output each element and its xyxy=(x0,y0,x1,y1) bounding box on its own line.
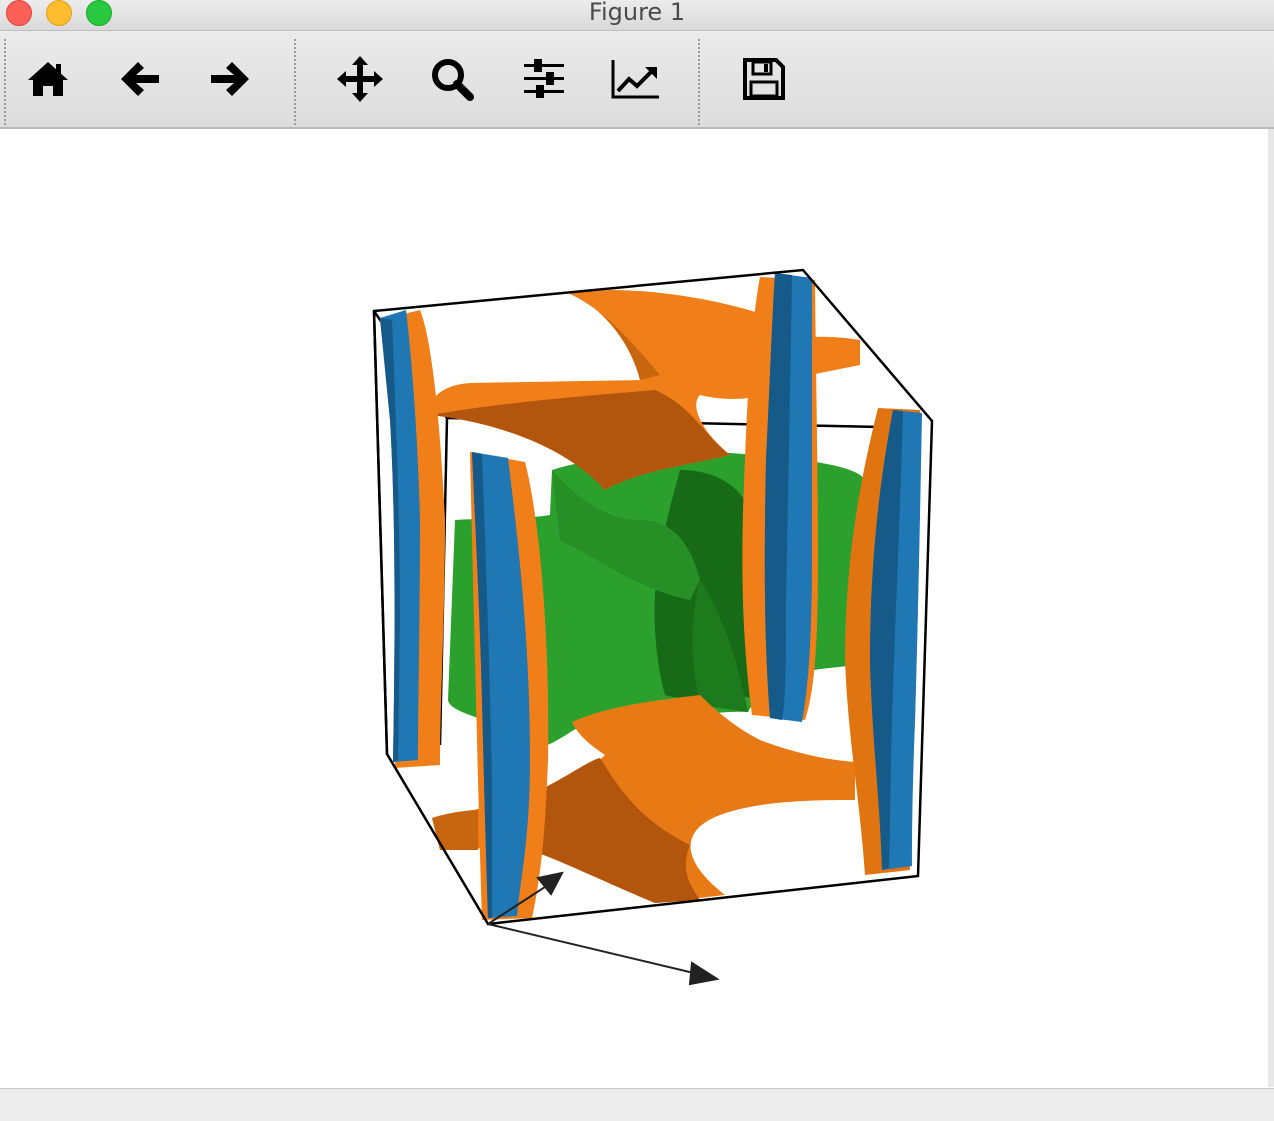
arrow-left-icon xyxy=(121,62,159,96)
configure-subplots-button[interactable] xyxy=(512,47,576,111)
window-title: Figure 1 xyxy=(588,0,686,26)
floppy-disk-icon xyxy=(743,58,785,100)
toolbar-separator xyxy=(698,39,700,125)
chart-line-icon xyxy=(611,60,659,99)
toolbar-grip xyxy=(4,39,6,125)
toolbar-separator xyxy=(294,39,296,125)
window-right-edge xyxy=(1268,129,1274,1087)
tube-left-back xyxy=(380,310,445,768)
back-button[interactable] xyxy=(108,47,172,111)
3d-plot[interactable] xyxy=(0,129,1268,1087)
edit-axes-button[interactable] xyxy=(604,47,668,111)
tube-right-back xyxy=(742,273,818,722)
forward-button[interactable] xyxy=(198,47,262,111)
pan-button[interactable] xyxy=(328,47,392,111)
sliders-icon xyxy=(524,59,564,98)
zoom-button[interactable] xyxy=(420,47,484,111)
arrow-right-icon xyxy=(211,62,249,96)
figure-canvas[interactable] xyxy=(0,129,1268,1087)
home-button[interactable] xyxy=(16,47,80,111)
magnifier-icon xyxy=(432,59,474,101)
window-titlebar: Figure 1 xyxy=(0,0,1274,31)
y-axis-arrow-icon xyxy=(536,871,564,896)
move-icon xyxy=(337,56,383,102)
x-axis-arrow-icon xyxy=(688,961,720,986)
navigation-toolbar xyxy=(0,31,1274,129)
home-icon xyxy=(28,62,68,96)
status-bar xyxy=(0,1088,1274,1121)
save-button[interactable] xyxy=(732,47,796,111)
